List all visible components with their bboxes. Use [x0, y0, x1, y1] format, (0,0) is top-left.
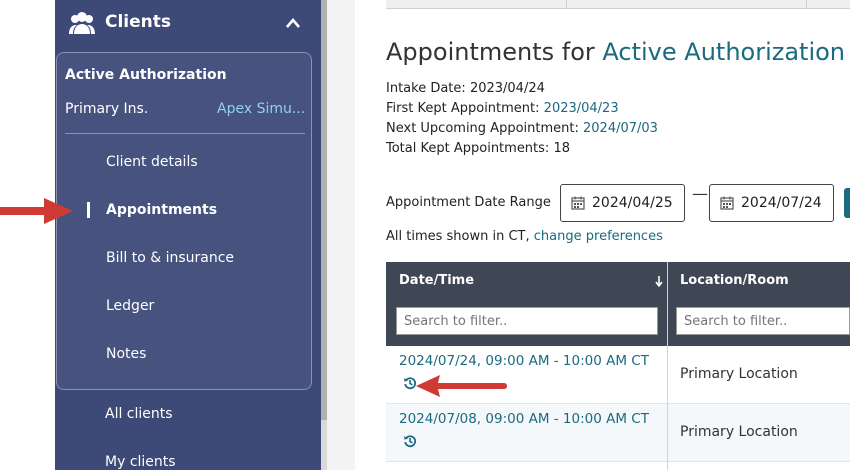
sidebar-item-my-clients[interactable]: My clients	[105, 454, 176, 470]
sidebar: Clients Active Authorization Primary Ins…	[55, 0, 321, 470]
location-filter-input[interactable]	[676, 307, 850, 335]
active-authorization-card: Active Authorization Primary Ins. Apex S…	[56, 52, 312, 390]
card-divider	[65, 133, 305, 134]
tab-separator	[566, 0, 567, 9]
column-header-datetime[interactable]: Date/Time	[399, 273, 474, 288]
datetime-filter-input[interactable]	[396, 307, 658, 335]
range-start-input[interactable]: 2024/04/25	[560, 184, 685, 222]
page-title-prefix: Appointments for	[386, 38, 595, 66]
chevron-up-icon[interactable]	[285, 17, 301, 29]
intake-date-value: 2023/04/24	[469, 81, 545, 96]
column-divider	[667, 262, 668, 470]
sort-down-icon[interactable]	[654, 275, 664, 287]
page-title-highlight: Active Authorization	[602, 38, 846, 66]
appointments-table: Date/Time Location/Room 2024/07/24, 09:0…	[386, 262, 850, 470]
first-kept-link[interactable]: 2023/04/23	[544, 101, 619, 116]
people-icon	[69, 12, 95, 34]
range-start-value: 2024/04/25	[592, 195, 673, 211]
sidebar-title: Clients	[105, 12, 172, 32]
sidebar-item-notes[interactable]: Notes	[106, 346, 146, 362]
sidebar-item-ledger[interactable]: Ledger	[106, 298, 154, 314]
clients-section-header[interactable]: Clients	[55, 0, 321, 48]
next-upcoming-link[interactable]: 2024/07/03	[583, 121, 658, 136]
timezone-text: All times shown in CT,	[386, 229, 530, 244]
calendar-icon	[571, 196, 585, 210]
timezone-note: All times shown in CT, change preference…	[386, 229, 663, 244]
next-upcoming-appointment: Next Upcoming Appointment: 2024/07/03	[386, 121, 658, 136]
sidebar-item-appointments[interactable]: Appointments	[106, 202, 217, 218]
appointment-location: Primary Location	[680, 424, 798, 440]
appointment-datetime-link[interactable]: 2024/07/24, 09:00 AM - 10:00 AM CT	[399, 353, 649, 369]
range-end-value: 2024/07/24	[741, 195, 822, 211]
change-preferences-link[interactable]: change preferences	[534, 229, 663, 244]
sidebar-item-bill-to-insurance[interactable]: Bill to & insurance	[106, 250, 234, 266]
calendar-icon	[720, 196, 734, 210]
primary-ins-value[interactable]: Apex Simu...	[217, 101, 307, 117]
sidebar-item-client-details[interactable]: Client details	[106, 154, 198, 170]
total-kept-value: 18	[553, 141, 570, 156]
active-indicator	[87, 202, 90, 218]
card-title: Active Authorization	[65, 67, 227, 83]
date-range-label: Appointment Date Range	[386, 195, 551, 210]
primary-ins-label: Primary Ins.	[65, 101, 149, 117]
page-title: Appointments for Active Authorization	[386, 38, 845, 66]
appointment-datetime-link[interactable]: 2024/07/08, 09:00 AM - 10:00 AM CT	[399, 411, 649, 427]
first-kept-label: First Kept Appointment:	[386, 101, 540, 116]
gutter	[327, 0, 355, 470]
annotation-arrow-history	[416, 375, 507, 397]
sidebar-item-all-clients[interactable]: All clients	[105, 406, 173, 422]
tab-separator	[806, 0, 807, 9]
apply-range-button[interactable]	[844, 188, 850, 218]
range-separator: —	[692, 184, 708, 203]
history-icon[interactable]	[403, 434, 417, 448]
first-kept-appointment: First Kept Appointment: 2023/04/23	[386, 101, 619, 116]
table-header: Date/Time Location/Room	[386, 262, 850, 346]
tab-strip	[386, 0, 850, 9]
table-row: 2024/07/08, 09:00 AM - 10:00 AM CT Prima…	[386, 404, 850, 462]
next-upcoming-label: Next Upcoming Appointment:	[386, 121, 579, 136]
range-end-input[interactable]: 2024/07/24	[709, 184, 834, 222]
annotation-arrow-appointments	[0, 198, 73, 224]
intake-date-label: Intake Date:	[386, 81, 466, 96]
total-kept-appointments: Total Kept Appointments: 18	[386, 141, 570, 156]
intake-date: Intake Date: 2023/04/24	[386, 81, 545, 96]
total-kept-label: Total Kept Appointments:	[386, 141, 550, 156]
column-header-location[interactable]: Location/Room	[680, 273, 789, 288]
appointment-location: Primary Location	[680, 366, 798, 382]
